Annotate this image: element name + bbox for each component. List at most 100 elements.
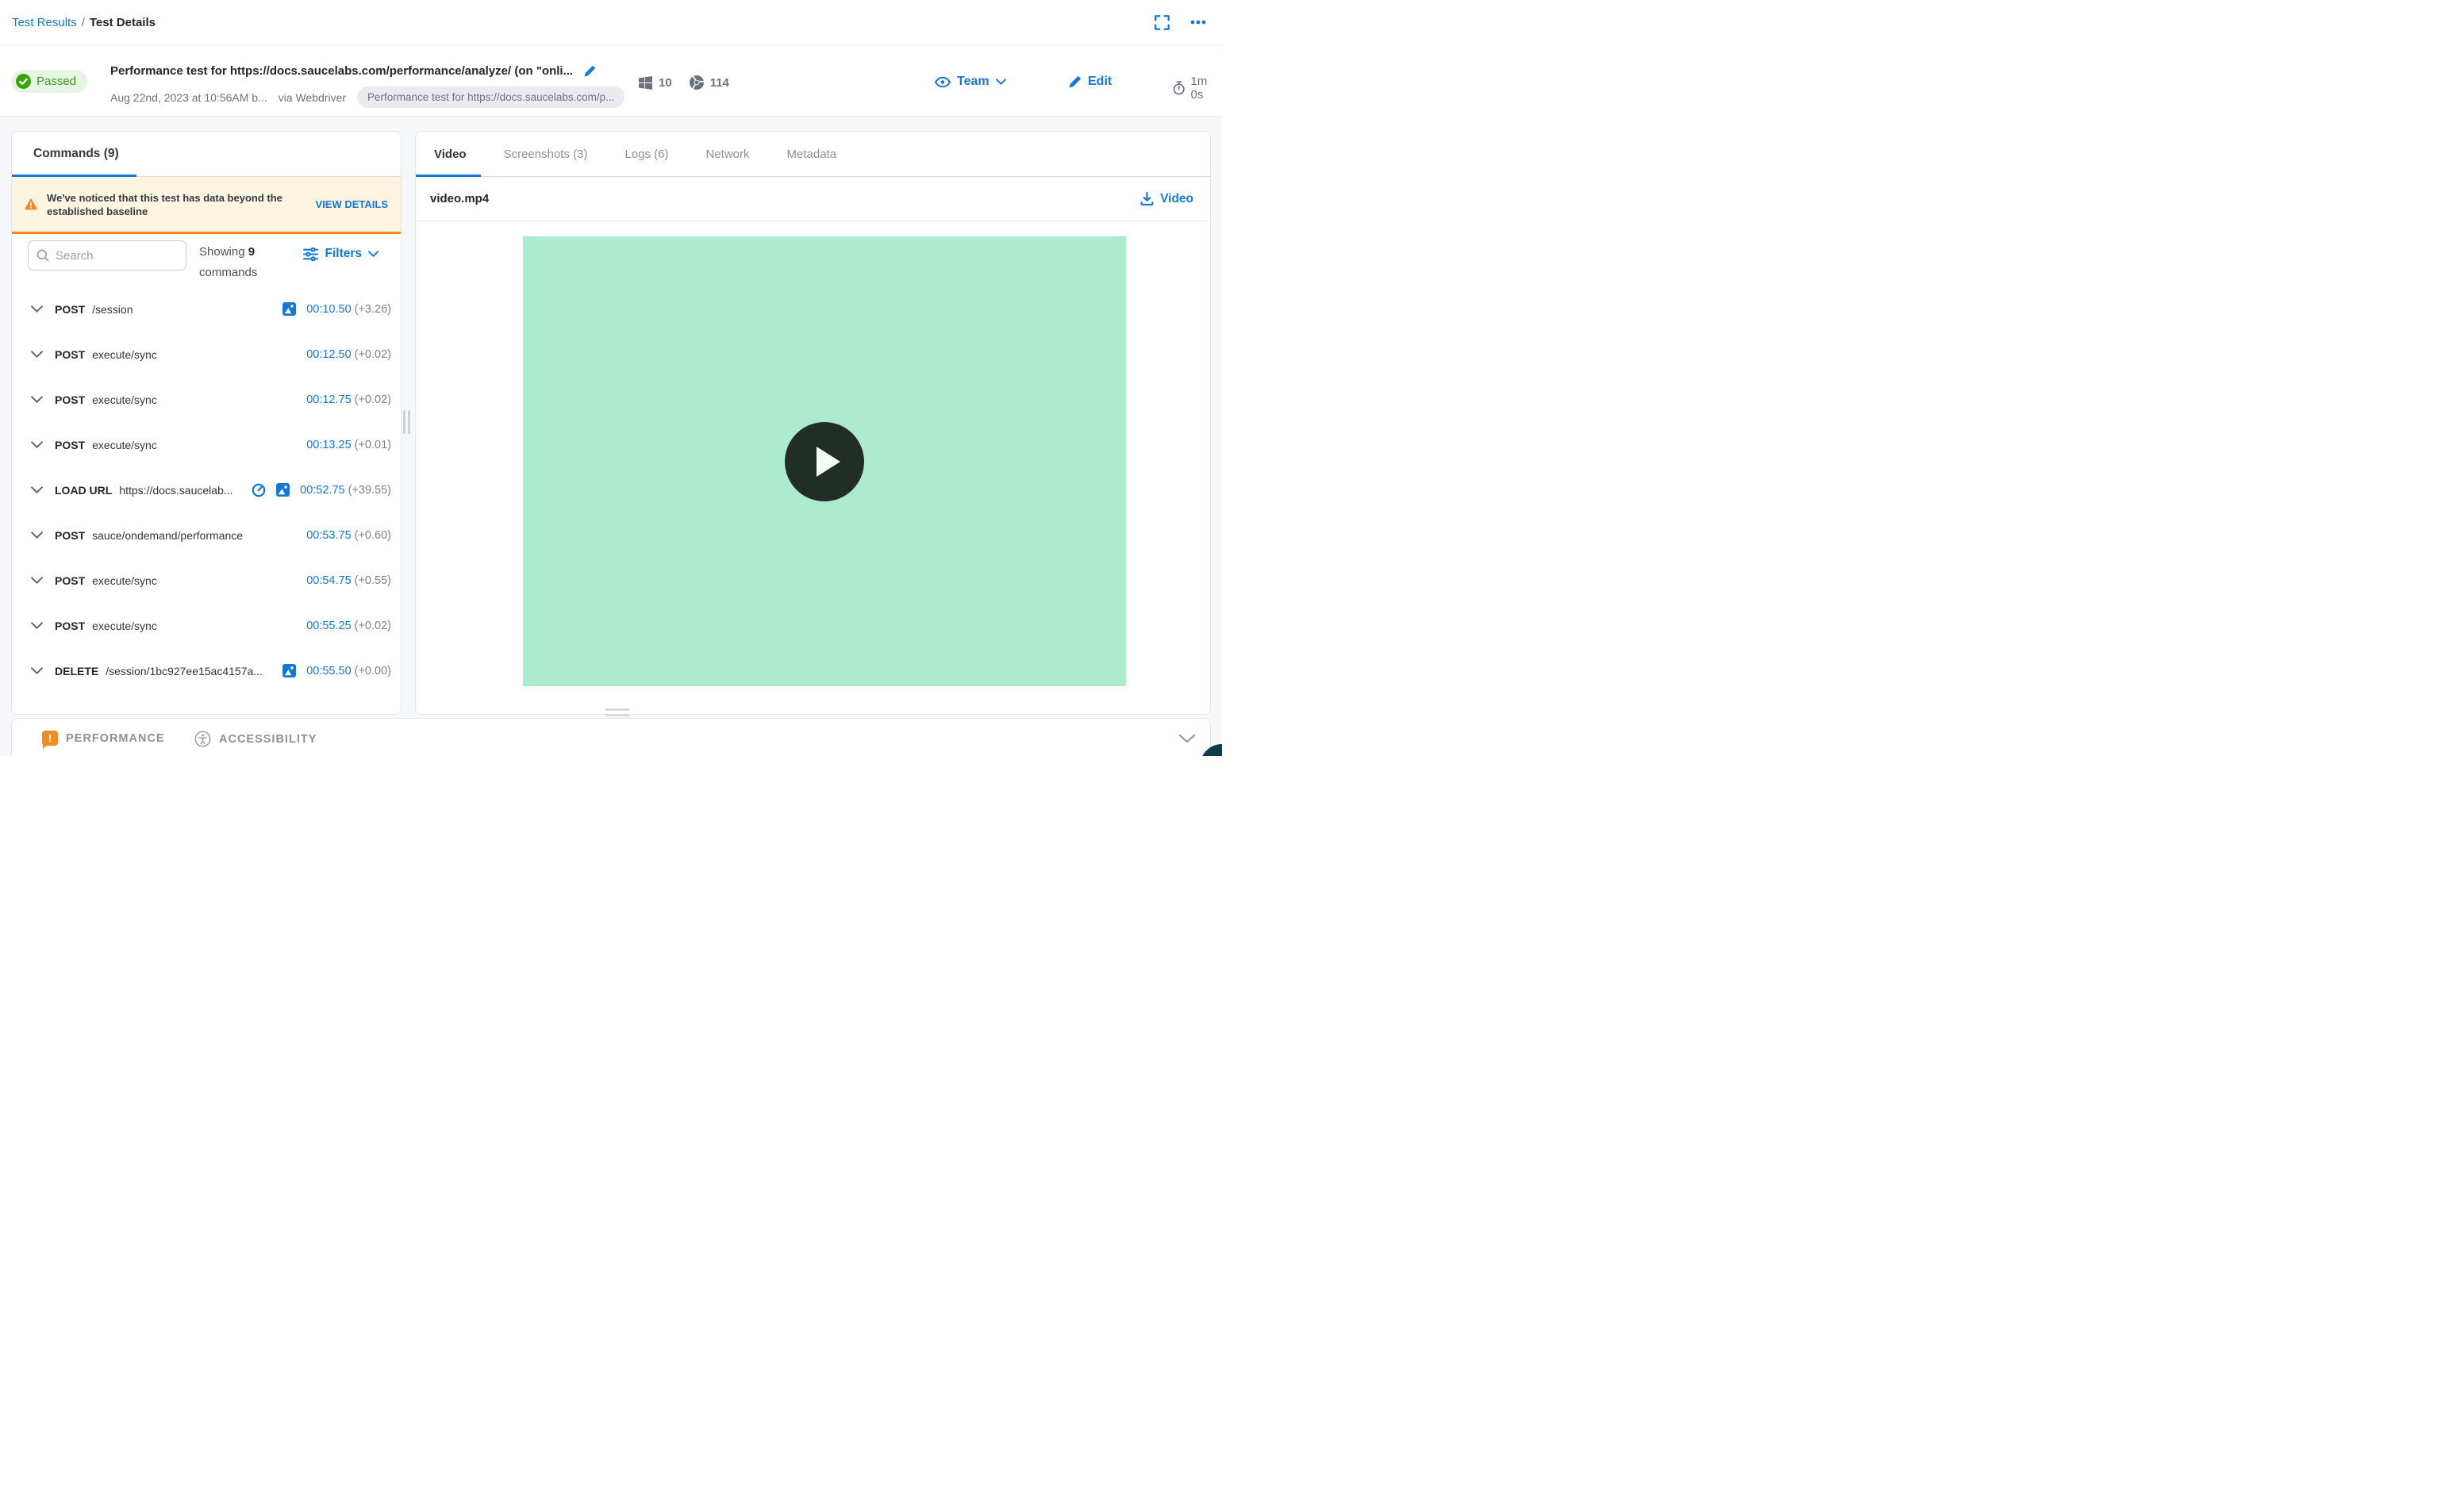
command-row[interactable]: POST execute/sync 00:12.50 (+0.02) (12, 332, 401, 377)
duration-value: 1m 0s (1190, 75, 1208, 102)
view-details-link[interactable]: VIEW DETAILS (316, 198, 388, 210)
expand-command-chevron-icon[interactable] (31, 577, 43, 584)
command-row[interactable]: POST sauce/ondemand/performance 00:53.75… (12, 512, 401, 558)
play-button[interactable] (785, 422, 864, 501)
expand-command-chevron-icon[interactable] (31, 486, 43, 493)
command-timestamp[interactable]: 00:13.25 (306, 439, 351, 451)
expand-bottom-bar-chevron-icon[interactable] (1178, 733, 1196, 747)
showing-count-text: Showing 9 commands (199, 245, 258, 279)
command-path: /session (92, 302, 133, 316)
fullscreen-icon[interactable] (1155, 14, 1170, 30)
tab-screenshots-3[interactable]: Screenshots (3) (504, 148, 588, 161)
warning-triangle-icon (25, 198, 37, 210)
command-row[interactable]: POST execute/sync 00:55.25 (+0.02) (12, 603, 401, 648)
command-method: POST (55, 302, 86, 316)
expand-command-chevron-icon[interactable] (31, 351, 43, 358)
command-method: POST (55, 528, 86, 542)
screenshot-icon[interactable] (282, 302, 297, 316)
commands-toolbar: Showing 9 commands Filters (12, 234, 401, 286)
tab-logs-6[interactable]: Logs (6) (624, 148, 668, 161)
command-method: POST (55, 619, 86, 632)
command-timestamp[interactable]: 00:52.75 (300, 484, 344, 497)
command-timestamp[interactable]: 00:55.50 (306, 665, 351, 677)
browser-version: 114 (709, 75, 729, 90)
command-timestamp[interactable]: 00:55.25 (306, 620, 351, 632)
search-input[interactable] (56, 248, 167, 263)
edit-title-pencil-icon[interactable] (584, 65, 596, 77)
command-row[interactable]: POST execute/sync 00:54.75 (+0.55) (12, 558, 401, 603)
search-input-wrapper (28, 240, 186, 271)
command-row[interactable]: POST execute/sync 00:12.75 (+0.02) (12, 377, 401, 422)
page-title: Test Details (89, 15, 156, 29)
expand-command-chevron-icon[interactable] (31, 441, 43, 448)
screenshot-icon[interactable] (282, 664, 297, 677)
tab-network[interactable]: Network (706, 148, 750, 161)
test-header: Passed Performance test for https://docs… (0, 45, 1222, 117)
tab-video[interactable]: Video (434, 148, 467, 161)
play-icon (816, 447, 840, 477)
command-timestamp[interactable]: 00:54.75 (306, 574, 351, 587)
tab-commands[interactable]: Commands (9) (33, 147, 119, 161)
more-options-icon[interactable] (1190, 20, 1206, 25)
command-timestamp[interactable]: 00:12.50 (306, 348, 351, 361)
accessibility-section-button[interactable]: ACCESSIBILITY (194, 731, 317, 747)
windows-icon (639, 75, 652, 90)
command-path: execute/sync (92, 347, 157, 361)
command-row[interactable]: DELETE /session/1bc927ee15ac4157a... 00:… (12, 648, 401, 693)
edit-button[interactable]: Edit (1069, 75, 1112, 89)
details-panel: Video Screenshots (3) Logs (6) Network Metad… (415, 131, 1211, 715)
command-method: POST (55, 393, 86, 406)
video-player[interactable] (523, 236, 1126, 686)
performance-label: PERFORMANCE (66, 731, 165, 745)
command-path: execute/sync (92, 619, 157, 632)
details-tab-row: Video Screenshots (3) Logs (6) Network Metad… (416, 132, 1210, 177)
command-timestamp[interactable]: 00:12.75 (306, 393, 351, 406)
command-duration-delta: (+3.26) (354, 302, 391, 316)
performance-section-button[interactable]: ! PERFORMANCE (42, 731, 165, 749)
command-duration-delta: (+0.02) (354, 619, 391, 632)
speedometer-icon[interactable] (252, 483, 266, 497)
command-row[interactable]: POST execute/sync 00:13.25 (+0.01) (12, 422, 401, 467)
accessibility-icon (194, 731, 211, 747)
command-method: LOAD URL (55, 483, 113, 497)
panel-resize-handle-horizontal[interactable] (605, 708, 630, 716)
breadcrumb-test-results-link[interactable]: Test Results (12, 16, 77, 29)
filters-button[interactable]: Filters (303, 247, 379, 261)
check-circle-icon (16, 74, 31, 89)
command-count: 9 (248, 245, 256, 259)
team-dropdown[interactable]: Team (935, 75, 1006, 89)
command-duration-delta: (+0.01) (354, 438, 391, 451)
screenshot-icon[interactable] (276, 483, 290, 497)
download-icon (1140, 192, 1154, 205)
command-method: POST (55, 438, 86, 451)
environment-info: 10 114 (639, 75, 740, 90)
command-path: sauce/ondemand/performance (92, 528, 244, 542)
baseline-warning-banner: We've noticed that this test has data be… (12, 177, 401, 234)
download-video-button[interactable]: Video (1140, 192, 1193, 206)
download-video-label: Video (1160, 191, 1193, 205)
test-via: via Webdriver (278, 90, 347, 104)
command-row[interactable]: LOAD URL https://docs.saucelab... 00:52.… (12, 467, 401, 512)
video-tab-active-underline (416, 175, 481, 177)
test-title: Performance test for https://docs.saucel… (110, 64, 574, 78)
command-method: POST (55, 347, 86, 361)
command-list: POST /session 00:10.50 (+3.26) POST exec… (12, 286, 401, 693)
commands-tab-row: Commands (9) (12, 132, 401, 177)
command-row[interactable]: POST /session 00:10.50 (+3.26) (12, 286, 401, 332)
expand-command-chevron-icon[interactable] (31, 532, 43, 539)
command-method: DELETE (55, 664, 99, 677)
search-icon (37, 249, 49, 262)
command-timestamp[interactable]: 00:53.75 (306, 529, 351, 542)
command-duration-delta: (+0.02) (354, 393, 391, 406)
expand-command-chevron-icon[interactable] (31, 396, 43, 403)
tab-metadata[interactable]: Metadata (787, 148, 837, 161)
panel-resize-handle-vertical[interactable] (403, 410, 410, 434)
expand-command-chevron-icon[interactable] (31, 622, 43, 629)
expand-command-chevron-icon[interactable] (31, 667, 43, 674)
command-method: POST (55, 574, 86, 587)
command-timestamp[interactable]: 00:10.50 (306, 303, 351, 316)
performance-warning-bubble-icon: ! (42, 731, 58, 749)
filters-label: Filters (325, 247, 362, 260)
expand-command-chevron-icon[interactable] (31, 305, 43, 313)
bottom-metrics-bar: ! PERFORMANCE ACCESSIBILITY (11, 718, 1211, 756)
